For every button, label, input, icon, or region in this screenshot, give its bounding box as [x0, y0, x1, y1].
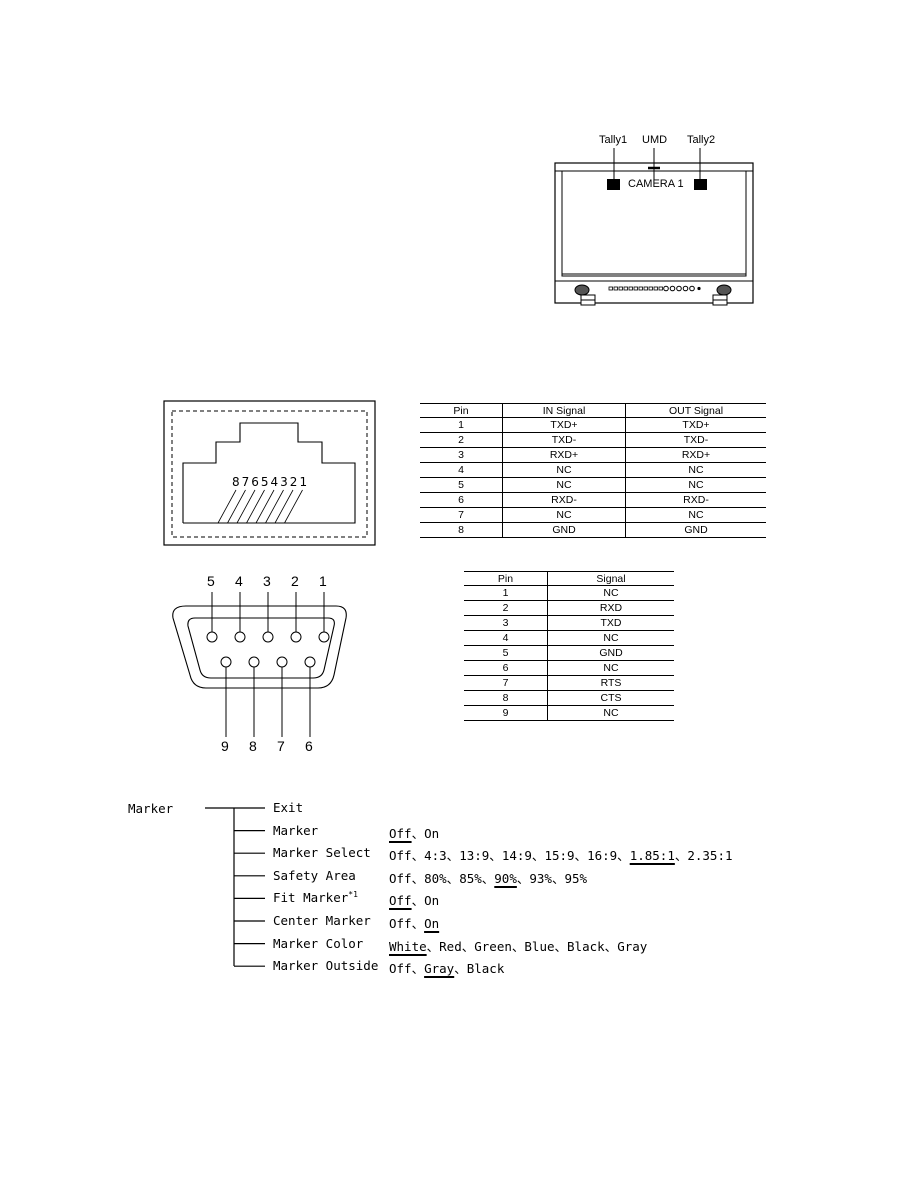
option-separator: 、: [411, 916, 425, 931]
option-separator: 、: [531, 848, 545, 864]
menu-item-marker[interactable]: Marker: [273, 823, 318, 838]
option-separator: 、: [674, 848, 688, 864]
option[interactable]: 14:9: [502, 848, 532, 863]
option[interactable]: On: [424, 826, 439, 841]
option[interactable]: Off: [389, 961, 412, 976]
option-separator: 、: [454, 961, 467, 977]
option[interactable]: Green: [474, 939, 512, 954]
option-separator: 、: [411, 870, 425, 886]
option-separator: 、: [411, 825, 425, 841]
menu-item-marker-color[interactable]: Marker Color: [273, 936, 363, 951]
menu-item-label: Center Marker: [273, 913, 371, 928]
menu-item-options: Off、Gray、Black: [389, 958, 504, 977]
menu-item-fit-marker[interactable]: Fit Marker*1: [273, 890, 358, 905]
option-separator: 、: [617, 848, 630, 864]
menu-item-center-marker[interactable]: Center Marker: [273, 913, 371, 928]
menu-item-label: Marker Color: [273, 935, 364, 951]
option-separator: 、: [516, 870, 530, 886]
menu-item-label: Safety Area: [273, 867, 356, 883]
menu-item-options: Off、On: [389, 913, 439, 932]
menu-item-marker-outside[interactable]: Marker Outside: [273, 958, 378, 973]
option[interactable]: 16:9: [587, 848, 617, 863]
option[interactable]: Off: [389, 871, 412, 886]
menu-item-options: Off、On: [389, 823, 439, 842]
option-default[interactable]: Off: [389, 893, 412, 908]
option-separator: 、: [411, 848, 425, 864]
option[interactable]: 15:9: [544, 848, 574, 863]
menu-item-options: Off、80%、85%、90%、93%、95%: [389, 868, 587, 887]
menu-item-marker-select[interactable]: Marker Select: [273, 845, 371, 860]
footnote-marker: *1: [348, 890, 358, 900]
option-separator: 、: [489, 848, 502, 864]
option[interactable]: Gray: [617, 939, 647, 954]
option-default[interactable]: Gray: [424, 961, 454, 976]
option[interactable]: On: [424, 893, 439, 908]
menu-item-options: Off、On: [389, 890, 439, 909]
option[interactable]: 80%: [424, 871, 447, 886]
option[interactable]: 85%: [459, 871, 482, 886]
option-default[interactable]: White: [389, 939, 427, 954]
menu-item-exit[interactable]: Exit: [273, 800, 303, 815]
option-separator: 、: [481, 870, 495, 886]
option[interactable]: Off: [389, 848, 412, 863]
option[interactable]: Red: [439, 939, 462, 954]
option[interactable]: 4:3: [424, 848, 447, 863]
option[interactable]: Blue: [524, 939, 554, 954]
option-default[interactable]: 90%: [494, 871, 517, 886]
option-separator: 、: [411, 961, 425, 977]
option[interactable]: 2.35:1: [687, 848, 732, 863]
option-default[interactable]: Off: [389, 826, 412, 841]
option-separator: 、: [604, 938, 618, 954]
option-separator: 、: [511, 938, 525, 954]
option[interactable]: 93%: [529, 871, 552, 886]
menu-item-label: Marker Select: [273, 845, 371, 861]
option-separator: 、: [554, 938, 568, 954]
option-separator: 、: [551, 870, 565, 886]
option-separator: 、: [446, 870, 460, 886]
option-separator: 、: [426, 938, 440, 954]
menu-item-label: Marker: [273, 822, 319, 838]
option[interactable]: Black: [467, 961, 505, 976]
menu-item-options: Off、4:3、13:9、14:9、15:9、16:9、1.85:1、2.35:…: [389, 845, 733, 864]
option[interactable]: Black: [567, 939, 605, 954]
menu-item-safety-area[interactable]: Safety Area: [273, 868, 356, 883]
option-separator: 、: [461, 938, 475, 954]
option-separator: 、: [574, 848, 588, 864]
menu-item-options: White、Red、Green、Blue、Black、Gray: [389, 936, 647, 955]
option[interactable]: 95%: [564, 871, 587, 886]
option-default[interactable]: 1.85:1: [630, 848, 675, 863]
menu-item-label: Marker Outside: [273, 958, 379, 974]
option[interactable]: 13:9: [459, 848, 489, 863]
menu-item-label: Exit: [273, 800, 304, 815]
option-default[interactable]: On: [424, 916, 439, 931]
option-separator: 、: [446, 848, 460, 864]
menu-item-label: Fit Marker: [273, 890, 349, 906]
option-separator: 、: [411, 893, 425, 909]
option[interactable]: Off: [389, 916, 412, 931]
